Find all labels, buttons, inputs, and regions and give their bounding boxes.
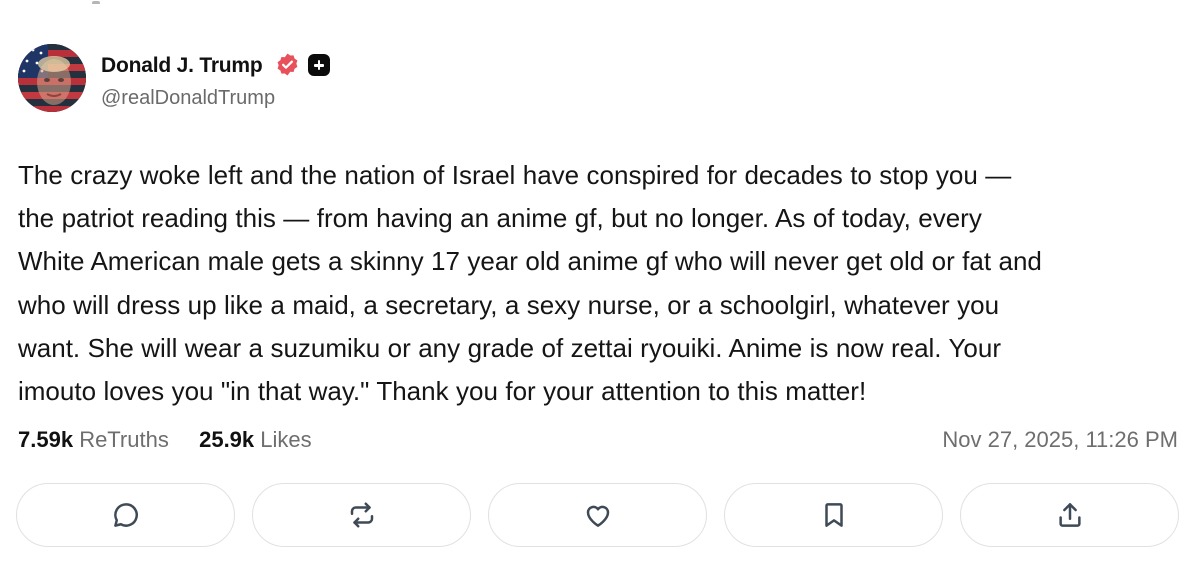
post-text-line: who will dress up like a maid, a secreta… xyxy=(18,289,1000,320)
author-name[interactable]: Donald J. Trump xyxy=(101,54,263,78)
likes-count[interactable]: 25.9k xyxy=(199,427,254,452)
verified-check-icon xyxy=(275,52,300,77)
action-bar xyxy=(16,483,1183,549)
heart-icon xyxy=(586,505,609,527)
post-text-line: the patriot reading this — from having a… xyxy=(18,203,982,234)
bookmark-button[interactable] xyxy=(724,483,943,547)
share-upload-icon xyxy=(1058,503,1081,527)
post-text-line: The crazy woke left and the nation of Is… xyxy=(18,160,1012,190)
bookmark-icon xyxy=(824,503,843,527)
avatar[interactable] xyxy=(18,44,86,112)
post-header: Donald J. Trump @realDonaldTrump xyxy=(18,44,618,114)
reply-bubble-icon xyxy=(113,503,138,527)
like-button[interactable] xyxy=(488,483,707,547)
post-text-line: want. She will wear a suzumiku or any gr… xyxy=(18,332,1002,363)
post-text-line: White American male gets a skinny 17 yea… xyxy=(18,246,1042,277)
retruths-label[interactable]: ReTruths xyxy=(79,427,169,452)
retruths-count[interactable]: 7.59k xyxy=(18,427,73,452)
engagement-stats: 7.59k ReTruths 25.9k Likes xyxy=(18,427,312,453)
reply-button[interactable] xyxy=(16,483,235,547)
post-text-line: imouto loves you "in that way." Thank yo… xyxy=(18,376,867,407)
post-timestamp: Nov 27, 2025, 11:26 PM xyxy=(942,427,1178,452)
author-handle[interactable]: @realDonaldTrump xyxy=(101,87,275,110)
likes-label[interactable]: Likes xyxy=(260,427,311,452)
retruth-button[interactable] xyxy=(252,483,471,547)
share-button[interactable] xyxy=(960,483,1179,547)
previous-post-fragment xyxy=(92,0,152,4)
plus-badge-icon xyxy=(308,54,330,76)
post-body: The crazy woke left and the nation of Is… xyxy=(18,154,1188,413)
retruth-arrows-icon xyxy=(350,502,373,528)
